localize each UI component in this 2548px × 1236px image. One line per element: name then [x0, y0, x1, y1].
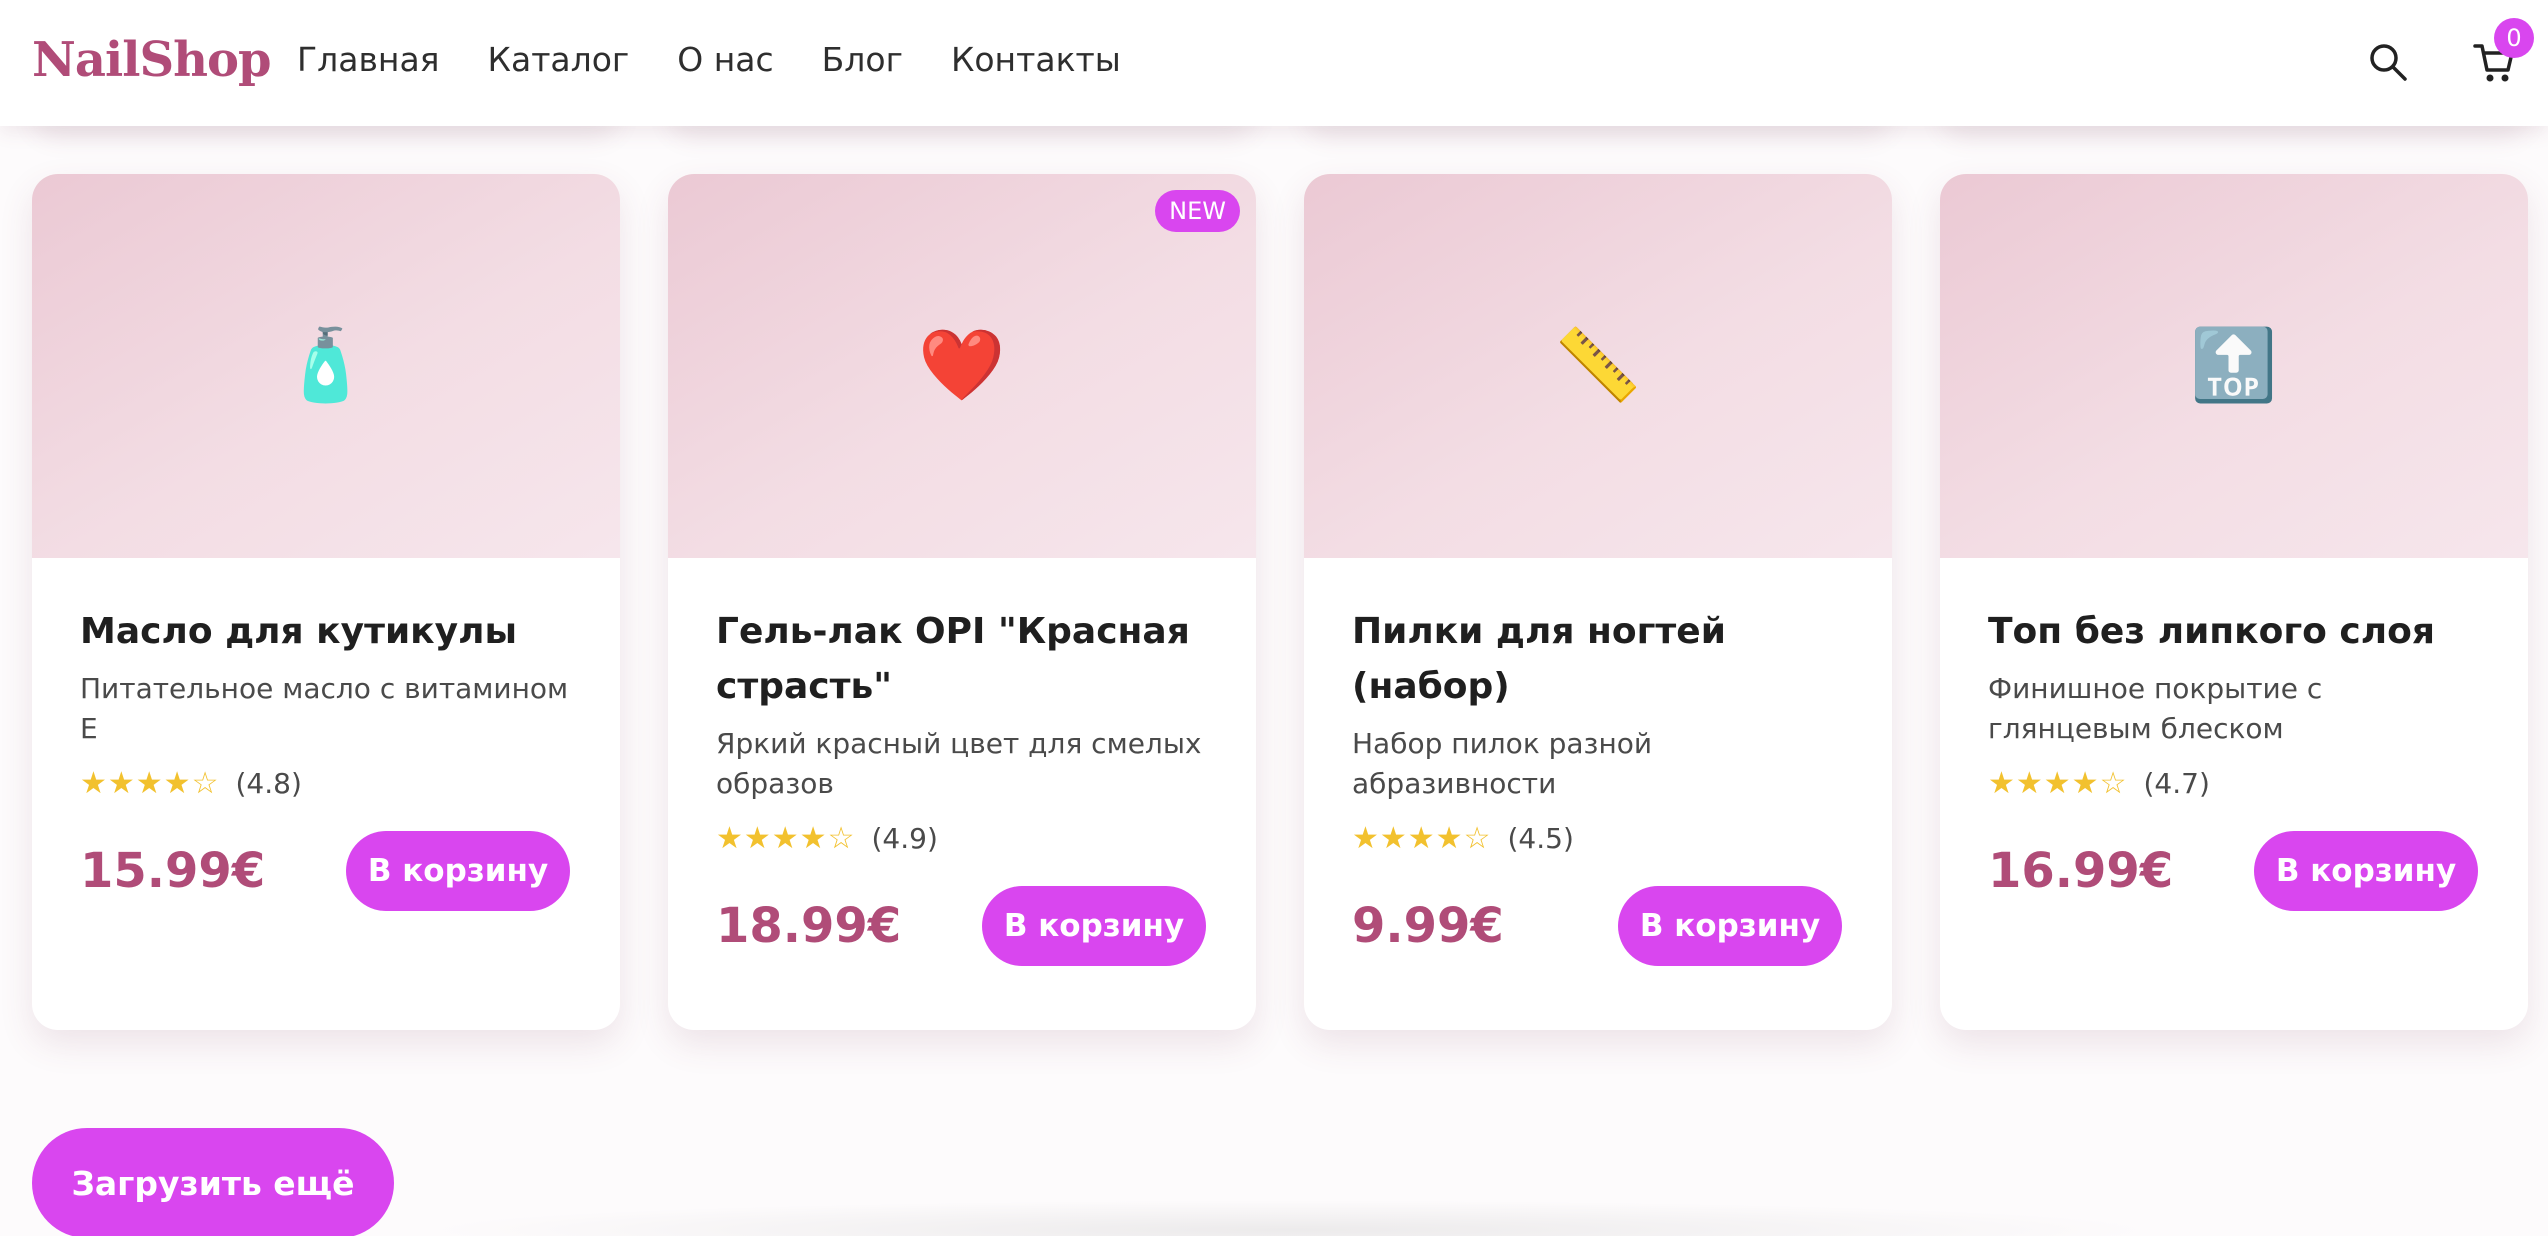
product-description: Набор пилок разной абразивности	[1352, 727, 1653, 800]
heart-icon: ❤️	[918, 326, 1006, 404]
footer-shadow	[420, 1200, 2160, 1236]
price-row: 18.99€ В корзину	[716, 886, 1206, 966]
new-badge: NEW	[1155, 190, 1240, 232]
nav-item-about[interactable]: О нас	[677, 40, 773, 79]
top-arrow-icon: 🔝	[2190, 326, 2278, 404]
product-card[interactable]: 🧴 Масло для кутикулы Питательное масло с…	[32, 174, 620, 1030]
product-price: 9.99€	[1352, 898, 1504, 954]
product-rating: ★★★★☆ (4.9)	[716, 818, 1216, 858]
product-rating: ★★★★☆ (4.7)	[1988, 763, 2488, 803]
product-image[interactable]: ❤️ NEW	[668, 174, 1256, 558]
add-to-cart-button[interactable]: В корзину	[2254, 831, 2478, 911]
rating-stars-icon: ★★★★☆	[1988, 766, 2128, 800]
load-more-button[interactable]: Загрузить ещё	[32, 1128, 394, 1236]
rating-value: (4.7)	[2143, 766, 2210, 800]
product-rating: ★★★★☆ (4.5)	[1352, 818, 1852, 858]
product-name[interactable]: Топ без липкого слоя	[1988, 604, 2488, 659]
product-name[interactable]: Пилки для ногтей (набор)	[1352, 604, 1852, 714]
cart-count-badge: 0	[2494, 18, 2534, 58]
rating-value: (4.8)	[235, 766, 302, 800]
search-icon[interactable]	[2368, 42, 2408, 82]
rating-stars-icon: ★★★★☆	[80, 766, 220, 800]
product-info: Топ без липкого слоя Финишное покрытие с…	[1988, 604, 2488, 911]
site-logo[interactable]: NailShop	[32, 32, 272, 88]
product-info: Гель-лак OPI "Красная страсть" Яркий кра…	[716, 604, 1216, 966]
price-row: 16.99€ В корзину	[1988, 831, 2478, 911]
product-card[interactable]: 🔝 Топ без липкого слоя Финишное покрытие…	[1940, 174, 2528, 1030]
rating-value: (4.5)	[1507, 821, 1574, 855]
price-row: 15.99€ В корзину	[80, 831, 570, 911]
lotion-bottle-icon: 🧴	[282, 326, 370, 404]
product-price: 15.99€	[80, 843, 266, 899]
nav-item-blog[interactable]: Блог	[822, 40, 903, 79]
product-price: 18.99€	[716, 898, 902, 954]
add-to-cart-button[interactable]: В корзину	[346, 831, 570, 911]
product-card[interactable]: ❤️ NEW Гель-лак OPI "Красная страсть" Яр…	[668, 174, 1256, 1030]
product-image[interactable]: 🔝	[1940, 174, 2528, 558]
rating-stars-icon: ★★★★☆	[716, 821, 856, 855]
add-to-cart-button[interactable]: В корзину	[1618, 886, 1842, 966]
product-image[interactable]: 📏	[1304, 174, 1892, 558]
rating-stars-icon: ★★★★☆	[1352, 821, 1492, 855]
nav-item-home[interactable]: Главная	[297, 40, 440, 79]
price-row: 9.99€ В корзину	[1352, 886, 1842, 966]
rating-value: (4.9)	[871, 821, 938, 855]
main-nav: Главная Каталог О нас Блог Контакты	[297, 40, 1121, 79]
product-info: Масло для кутикулы Питательное масло с в…	[80, 604, 580, 911]
product-image[interactable]: 🧴	[32, 174, 620, 558]
product-name[interactable]: Гель-лак OPI "Красная страсть"	[716, 604, 1216, 714]
product-info: Пилки для ногтей (набор) Набор пилок раз…	[1352, 604, 1852, 966]
product-description: Яркий красный цвет для смелых образов	[716, 727, 1202, 800]
product-rating: ★★★★☆ (4.8)	[80, 763, 580, 803]
nav-item-contacts[interactable]: Контакты	[951, 40, 1121, 79]
nail-file-icon: 📏	[1554, 326, 1642, 404]
add-to-cart-button[interactable]: В корзину	[982, 886, 1206, 966]
product-name[interactable]: Масло для кутикулы	[80, 604, 580, 659]
nav-item-catalog[interactable]: Каталог	[488, 40, 630, 79]
product-description: Питательное масло с витамином Е	[80, 672, 569, 745]
product-description: Финишное покрытие с глянцевым блеском	[1988, 672, 2323, 745]
site-header: NailShop Главная Каталог О нас Блог Конт…	[0, 0, 2548, 126]
product-card[interactable]: 📏 Пилки для ногтей (набор) Набор пилок р…	[1304, 174, 1892, 1030]
product-price: 16.99€	[1988, 843, 2174, 899]
